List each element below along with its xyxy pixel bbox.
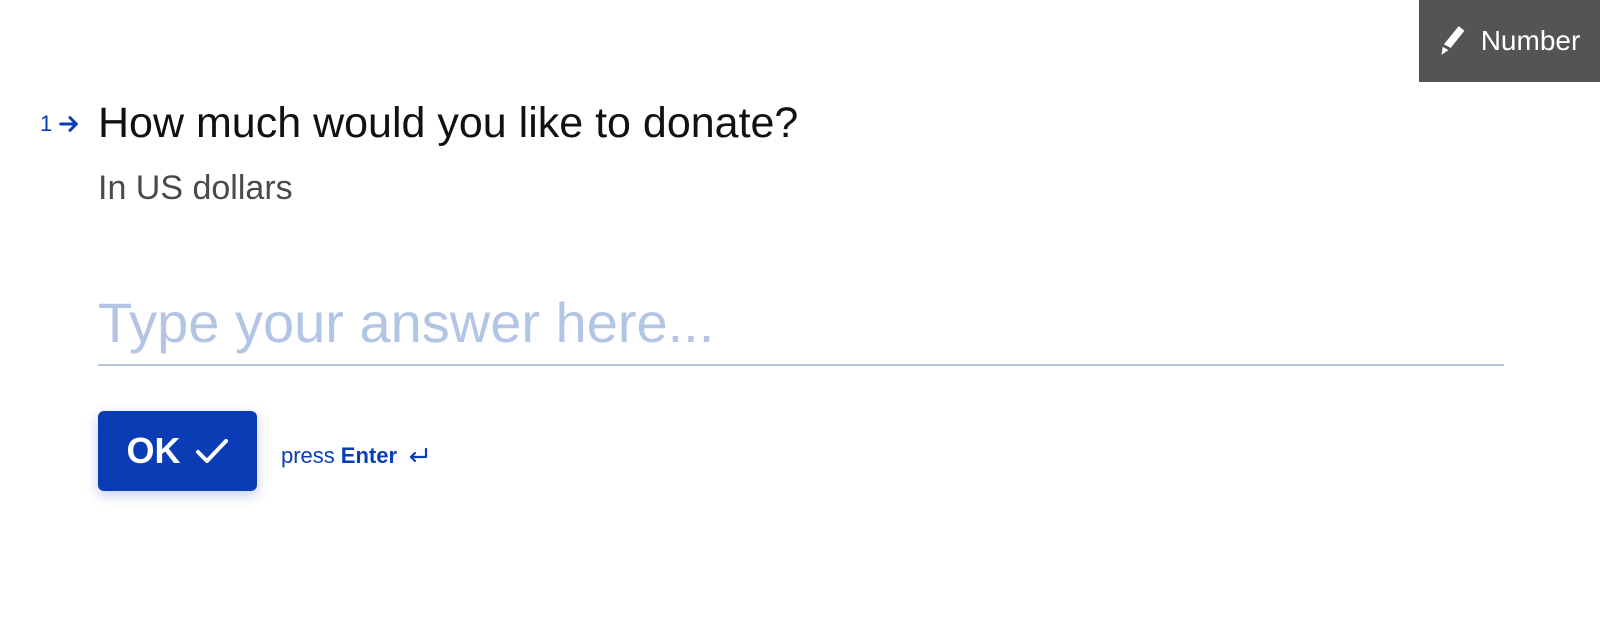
question-description: In US dollars [98, 169, 293, 207]
question-title: How much would you like to donate? [98, 99, 799, 147]
enter-hint: press Enter [281, 443, 429, 469]
question-block: 1 How much would you like to donate? In … [40, 98, 798, 208]
enter-hint-key: Enter [340, 443, 398, 468]
submit-actions: OK press Enter [98, 411, 429, 491]
answer-field [98, 280, 1504, 366]
answer-input[interactable] [98, 280, 1504, 364]
question-type-label: Number [1480, 25, 1581, 56]
checkmark-icon [195, 436, 229, 466]
pencil-icon [1439, 25, 1467, 57]
question-type-badge: Number [1419, 0, 1600, 82]
question-number-text: 1 [40, 111, 53, 136]
arrow-right-icon [52, 113, 80, 135]
enter-hint-prefix: press [281, 443, 335, 468]
enter-return-icon [403, 446, 429, 466]
question-number: 1 [40, 109, 98, 137]
ok-button[interactable]: OK [98, 411, 257, 491]
ok-button-label: OK [126, 430, 181, 471]
